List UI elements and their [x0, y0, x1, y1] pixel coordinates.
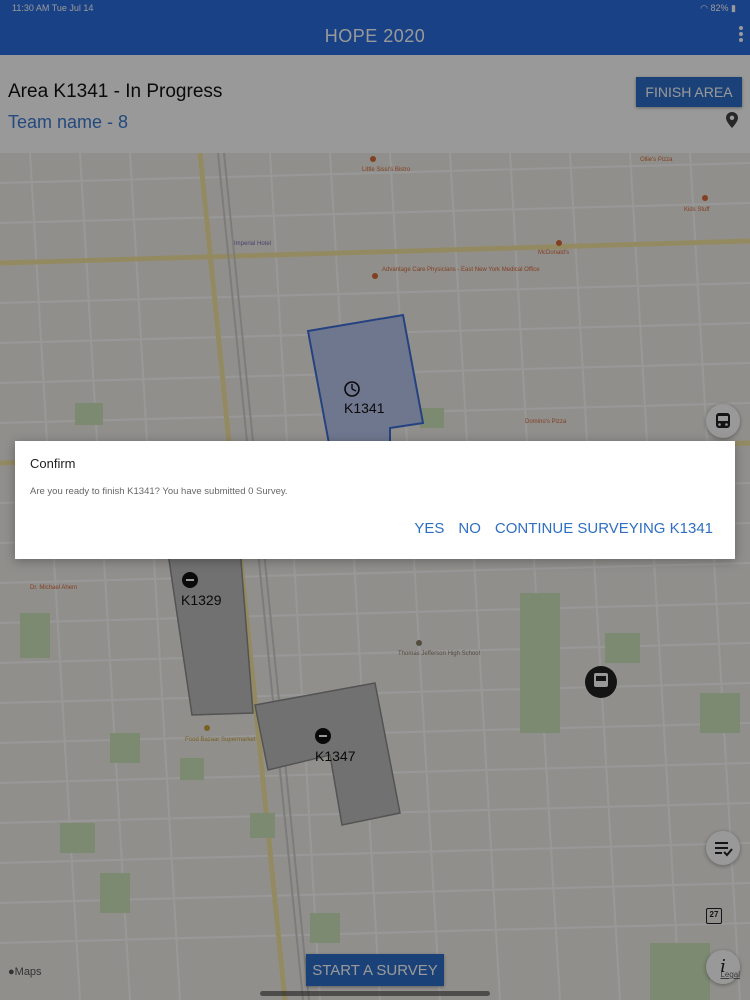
continue-surveying-button[interactable]: CONTINUE SURVEYING K1341: [495, 520, 713, 537]
no-button[interactable]: NO: [458, 520, 481, 537]
dialog-message: Are you ready to finish K1341? You have …: [30, 486, 288, 497]
yes-button[interactable]: YES: [414, 520, 444, 537]
dialog-title: Confirm: [30, 456, 76, 471]
confirm-dialog: Confirm Are you ready to finish K1341? Y…: [15, 441, 735, 559]
dialog-actions: YES NO CONTINUE SURVEYING K1341: [414, 520, 713, 537]
